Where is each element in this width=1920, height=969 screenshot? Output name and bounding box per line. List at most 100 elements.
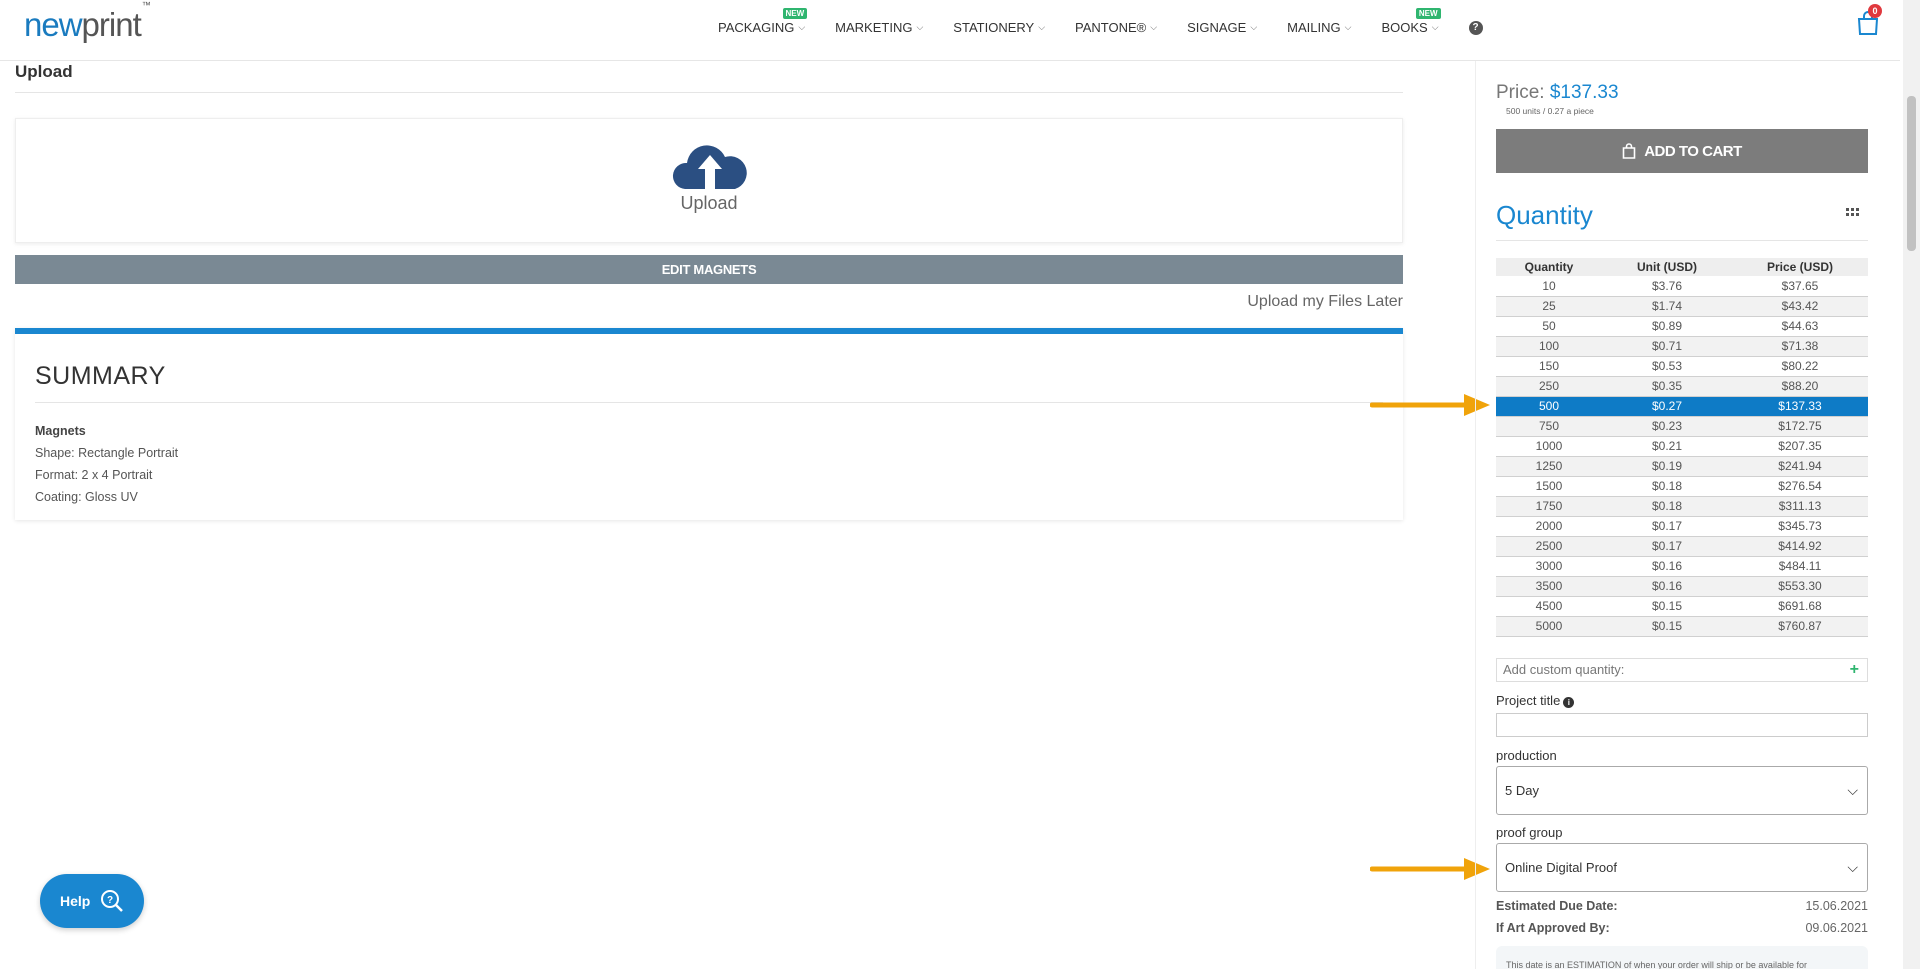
nav-mailing[interactable]: MAILING ⌵ bbox=[1287, 20, 1351, 35]
newprint-logo[interactable]: newprint™ bbox=[24, 0, 151, 44]
table-row[interactable]: 3500 $0.16 $553.30 bbox=[1496, 576, 1868, 597]
total-price-cell: $172.75 bbox=[1732, 416, 1868, 437]
total-price-cell: $760.87 bbox=[1732, 616, 1868, 637]
proof-group-select[interactable]: Online Digital Proof ⌵ bbox=[1496, 843, 1868, 892]
table-row[interactable]: 2500 $0.17 $414.92 bbox=[1496, 536, 1868, 557]
total-price-cell: $414.92 bbox=[1732, 536, 1868, 557]
table-row[interactable]: 1750 $0.18 $311.13 bbox=[1496, 496, 1868, 517]
svg-text:?: ? bbox=[107, 895, 113, 906]
total-price-cell: $691.68 bbox=[1732, 596, 1868, 617]
nav-marketing[interactable]: MARKETING ⌵ bbox=[835, 20, 923, 35]
help-button[interactable]: Help ? bbox=[40, 874, 144, 928]
grid-view-icon[interactable] bbox=[1846, 208, 1860, 220]
unit-price-cell: $0.15 bbox=[1602, 596, 1732, 617]
table-row[interactable]: 500 $0.27 $137.33 bbox=[1496, 396, 1868, 417]
quantity-cell: 500 bbox=[1496, 396, 1602, 417]
project-title-input[interactable] bbox=[1496, 713, 1868, 737]
total-price-cell: $311.13 bbox=[1732, 496, 1868, 517]
nav-stationery[interactable]: STATIONERY ⌵ bbox=[953, 20, 1045, 35]
summary-details: Magnets Shape: Rectangle Portrait Format… bbox=[35, 420, 178, 508]
unit-price-cell: $0.15 bbox=[1602, 616, 1732, 637]
quantity-price-table: Quantity Unit (USD) Price (USD) 10 $3.76 $… bbox=[1496, 258, 1868, 637]
total-price-cell: $207.35 bbox=[1732, 436, 1868, 457]
info-icon[interactable]: i bbox=[1563, 697, 1575, 708]
question-circle-icon[interactable]: ? bbox=[1468, 20, 1483, 35]
table-row[interactable]: 1500 $0.18 $276.54 bbox=[1496, 476, 1868, 497]
total-price-cell: $88.20 bbox=[1732, 376, 1868, 397]
total-price-cell: $241.94 bbox=[1732, 456, 1868, 477]
estimated-due-date: Estimated Due Date: 15.06.2021 bbox=[1496, 899, 1868, 913]
nav-packaging[interactable]: NEW PACKAGING ⌵ bbox=[718, 8, 808, 35]
art-approved-by-date: If Art Approved By: 09.06.2021 bbox=[1496, 921, 1868, 935]
scrollbar-thumb[interactable] bbox=[1907, 96, 1916, 251]
unit-price-cell: $0.16 bbox=[1602, 556, 1732, 577]
table-row[interactable]: 2000 $0.17 $345.73 bbox=[1496, 516, 1868, 537]
upload-later-link[interactable]: Upload my Files Later bbox=[1247, 293, 1403, 311]
unit-price-cell: $0.17 bbox=[1602, 536, 1732, 557]
table-row[interactable]: 4500 $0.15 $691.68 bbox=[1496, 596, 1868, 617]
quantity-cell: 3500 bbox=[1496, 576, 1602, 597]
shopping-bag-icon bbox=[1622, 143, 1636, 159]
table-row[interactable]: 3000 $0.16 $484.11 bbox=[1496, 556, 1868, 577]
quantity-cell: 1250 bbox=[1496, 456, 1602, 477]
chevron-down-icon: ⌵ bbox=[1150, 22, 1158, 32]
table-row[interactable]: 10 $3.76 $37.65 bbox=[1496, 276, 1868, 297]
project-title-label: Project title i bbox=[1496, 693, 1575, 708]
column-header: Price (USD) bbox=[1732, 258, 1868, 276]
unit-price-cell: $0.18 bbox=[1602, 496, 1732, 517]
unit-price-cell: $0.16 bbox=[1602, 576, 1732, 597]
quantity-cell: 4500 bbox=[1496, 596, 1602, 617]
table-row[interactable]: 1250 $0.19 $241.94 bbox=[1496, 456, 1868, 477]
unit-price-cell: $0.19 bbox=[1602, 456, 1732, 477]
plus-icon[interactable]: + bbox=[1850, 659, 1859, 681]
new-badge: NEW bbox=[782, 8, 808, 19]
production-label: production bbox=[1496, 748, 1557, 763]
quantity-cell: 50 bbox=[1496, 316, 1602, 337]
estimation-note: This date is an ESTIMATION of when your … bbox=[1496, 946, 1868, 969]
table-row[interactable]: 150 $0.53 $80.22 bbox=[1496, 356, 1868, 377]
unit-price-cell: $0.35 bbox=[1602, 376, 1732, 397]
chevron-down-icon: ⌵ bbox=[1250, 22, 1258, 32]
table-row[interactable]: 50 $0.89 $44.63 bbox=[1496, 316, 1868, 337]
total-price-cell: $80.22 bbox=[1732, 356, 1868, 377]
quantity-cell: 25 bbox=[1496, 296, 1602, 317]
unit-price-cell: $0.89 bbox=[1602, 316, 1732, 337]
total-price-cell: $71.38 bbox=[1732, 336, 1868, 357]
table-row[interactable]: 5000 $0.15 $760.87 bbox=[1496, 616, 1868, 637]
price-per-unit: 500 units / 0.27 a piece bbox=[1506, 106, 1594, 116]
upload-dropzone[interactable]: Upload bbox=[15, 118, 1403, 243]
production-select[interactable]: 5 Day ⌵ bbox=[1496, 766, 1868, 815]
new-badge: NEW bbox=[1415, 8, 1441, 19]
table-row[interactable]: 25 $1.74 $43.42 bbox=[1496, 296, 1868, 317]
nav-pantone[interactable]: PANTONE® ⌵ bbox=[1075, 20, 1157, 35]
table-row[interactable]: 750 $0.23 $172.75 bbox=[1496, 416, 1868, 437]
edit-magnets-button[interactable]: EDIT MAGNETS bbox=[15, 255, 1403, 284]
summary-line: Coating: Gloss UV bbox=[35, 490, 138, 504]
total-price-cell: $44.63 bbox=[1732, 316, 1868, 337]
quantity-cell: 3000 bbox=[1496, 556, 1602, 577]
nav-books[interactable]: NEW BOOKS ⌵ bbox=[1381, 8, 1441, 35]
chevron-down-icon: ⌵ bbox=[1038, 22, 1046, 32]
summary-panel: SUMMARY Magnets Shape: Rectangle Portrai… bbox=[15, 328, 1403, 520]
quantity-cell: 1500 bbox=[1496, 476, 1602, 497]
unit-price-cell: $0.17 bbox=[1602, 516, 1732, 537]
quantity-title: Quantity bbox=[1496, 200, 1593, 230]
nav-signage[interactable]: SIGNAGE ⌵ bbox=[1187, 20, 1257, 35]
quantity-cell: 2000 bbox=[1496, 516, 1602, 537]
arrow-right-icon bbox=[1370, 394, 1490, 416]
custom-quantity-input[interactable]: Add custom quantity: + bbox=[1496, 658, 1868, 682]
total-price-cell: $37.65 bbox=[1732, 276, 1868, 297]
summary-product: Magnets bbox=[35, 424, 86, 438]
chevron-down-icon: ⌵ bbox=[916, 22, 924, 32]
column-header: Quantity bbox=[1496, 258, 1602, 276]
page-scrollbar[interactable] bbox=[1903, 0, 1920, 969]
quantity-cell: 1000 bbox=[1496, 436, 1602, 457]
divider bbox=[1496, 240, 1868, 241]
table-row[interactable]: 1000 $0.21 $207.35 bbox=[1496, 436, 1868, 457]
table-row[interactable]: 250 $0.35 $88.20 bbox=[1496, 376, 1868, 397]
column-header: Unit (USD) bbox=[1602, 258, 1732, 276]
cloud-upload-icon bbox=[672, 145, 747, 189]
table-row[interactable]: 100 $0.71 $71.38 bbox=[1496, 336, 1868, 357]
quantity-cell: 750 bbox=[1496, 416, 1602, 437]
add-to-cart-button[interactable]: ADD TO CART bbox=[1496, 129, 1868, 173]
